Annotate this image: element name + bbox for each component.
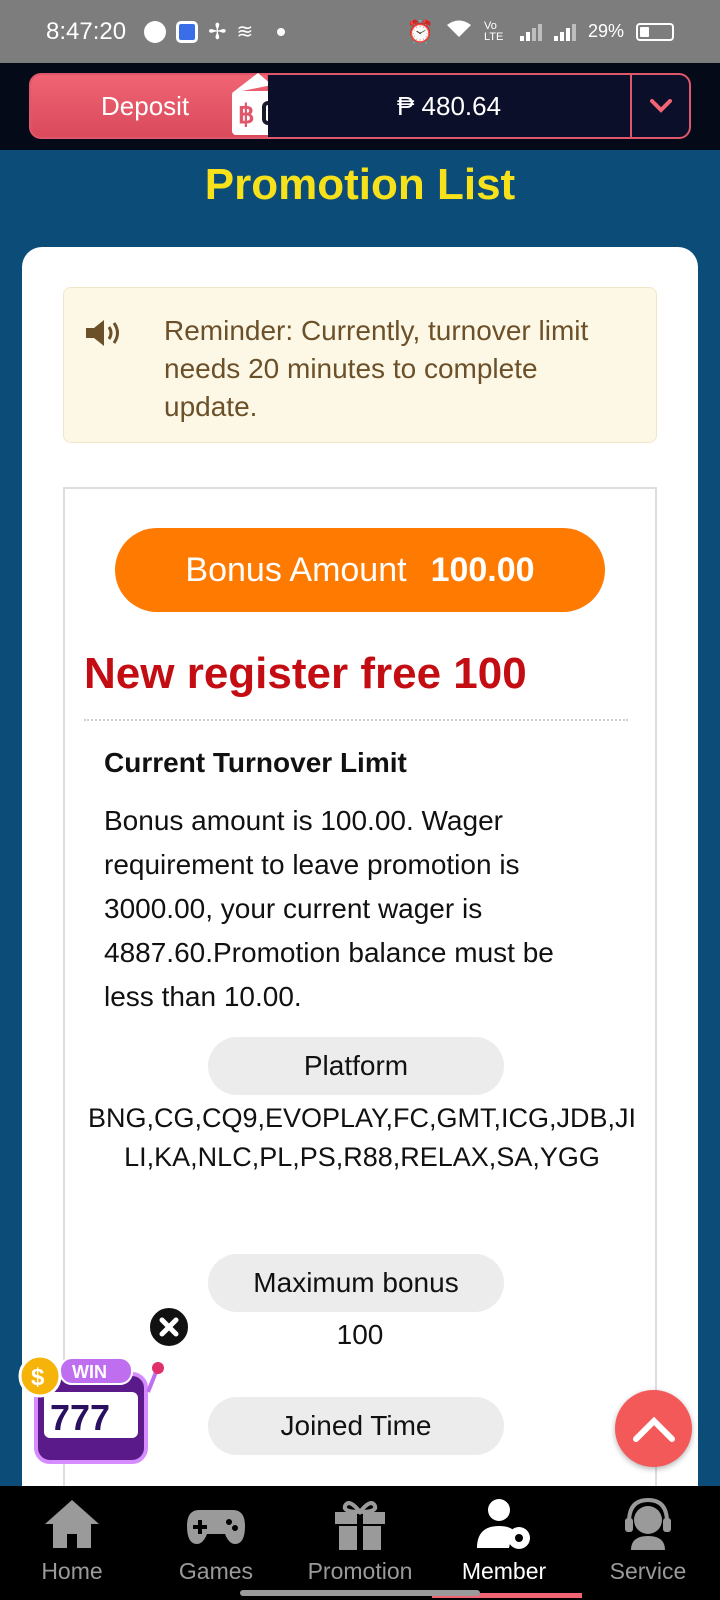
page-title: Promotion List — [204, 160, 516, 209]
nav-service-label: Service — [609, 1558, 687, 1584]
headset-icon — [625, 1497, 671, 1550]
turnover-description: Bonus amount is 100.00. Wager requiremen… — [104, 805, 554, 1012]
max-bonus-label: Maximum bonus — [208, 1254, 504, 1312]
home-gesture-bar — [240, 1590, 480, 1596]
nav-promotion-label: Promotion — [307, 1558, 413, 1584]
hotspot-icon: ≋ — [236, 21, 254, 43]
slot-reels-text: 777 — [50, 1397, 110, 1438]
nav-games-label: Games — [178, 1558, 254, 1584]
close-icon — [159, 1317, 179, 1337]
balance-value: ₱ 480.64 — [396, 90, 502, 121]
top-bar: Deposit ฿ ₱ 480.64 — [0, 63, 720, 150]
joined-time-label: Joined Time — [208, 1397, 504, 1455]
balance-dropdown-button[interactable] — [630, 73, 691, 139]
nav-home[interactable]: Home — [0, 1486, 144, 1600]
status-bar: 8:47:20 ✢ ≋ ⏰ Vo LTE 29% — [0, 0, 720, 63]
bottom-navigation: Home Games Promotion Member Service — [0, 1486, 720, 1600]
platform-label: Platform — [208, 1037, 504, 1095]
fan-icon: ✢ — [208, 18, 227, 44]
messenger-icon — [144, 20, 167, 43]
nav-member[interactable]: Member — [432, 1486, 576, 1600]
slot-win-badge: WIN — [72, 1362, 107, 1382]
battery-percent: 29% — [587, 21, 624, 41]
status-time: 8:47:20 — [46, 17, 127, 45]
close-floating-ad-button[interactable] — [148, 1306, 190, 1348]
reminder-banner: Reminder: Currently, turnover limit need… — [63, 287, 657, 443]
gamepad-icon — [187, 1510, 245, 1544]
more-notifications-dot — [277, 27, 286, 36]
platform-list: BNG,CG,CQ9,EVOPLAY,FC,GMT,ICG,JDB,JILI,K… — [87, 1103, 637, 1172]
nav-games[interactable]: Games — [144, 1486, 288, 1600]
reminder-text: Reminder: Currently, turnover limit need… — [164, 315, 589, 422]
scroll-to-top-button[interactable] — [615, 1390, 692, 1467]
bonus-amount-badge: Bonus Amount 100.00 — [115, 528, 605, 612]
turnover-title: Current Turnover Limit — [104, 747, 407, 778]
svg-text:฿: ฿ — [238, 99, 255, 129]
bonus-amount-value: 100.00 — [430, 550, 535, 589]
battery-icon — [636, 22, 674, 41]
alarm-icon: ⏰ — [406, 18, 434, 44]
nav-promotion[interactable]: Promotion — [288, 1486, 432, 1600]
bonus-amount-label: Bonus Amount — [185, 550, 407, 589]
volte-label: Vo LTE — [483, 19, 504, 43]
chevron-down-icon — [649, 99, 672, 113]
nav-member-label: Member — [461, 1558, 547, 1584]
promotion-name: New register free 100 — [84, 649, 527, 698]
member-settings-icon — [477, 1499, 530, 1549]
home-icon — [45, 1500, 99, 1548]
deposit-label: Deposit — [101, 90, 190, 121]
nav-home-label: Home — [41, 1558, 103, 1584]
svg-text:$: $ — [31, 1364, 45, 1391]
signal-icon-1 — [519, 23, 542, 41]
balance-display: ₱ 480.64 — [268, 73, 630, 139]
signal-icon-2 — [553, 23, 576, 41]
gift-icon — [335, 1501, 385, 1550]
slot-machine-ad[interactable]: 777 WIN $ — [14, 1352, 168, 1466]
nav-service[interactable]: Service — [576, 1486, 720, 1600]
wifi-icon — [446, 19, 472, 44]
divider — [84, 719, 628, 721]
speaker-icon — [86, 320, 119, 346]
chevron-up-icon — [632, 1416, 675, 1442]
app-notification-icon — [176, 20, 199, 43]
